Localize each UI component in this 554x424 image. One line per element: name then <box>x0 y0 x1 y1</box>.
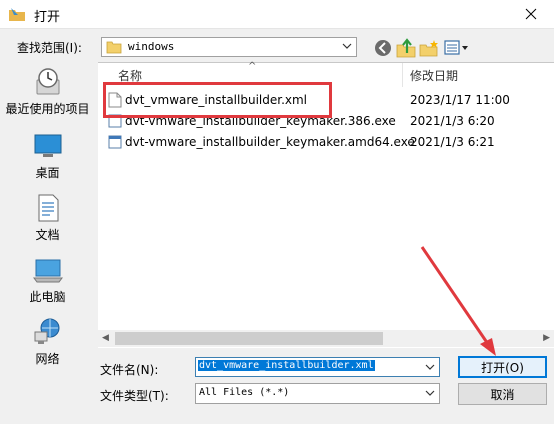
exe-file-icon <box>108 114 122 128</box>
place-desktop[interactable]: 桌面 <box>0 130 95 188</box>
file-row[interactable]: dvt-vmware_installbuilder_keymaker.386.e… <box>98 110 554 132</box>
up-folder-icon <box>396 38 416 58</box>
file-list[interactable]: ^ 名称 修改日期 dvt_vmware_installbuilder.xml … <box>98 61 554 348</box>
new-folder-button[interactable] <box>418 37 440 59</box>
place-this-pc[interactable]: 此电脑 <box>0 254 95 312</box>
view-menu-icon <box>444 40 468 55</box>
view-menu-button[interactable] <box>443 37 471 59</box>
close-icon <box>525 8 537 20</box>
network-icon <box>34 318 59 344</box>
desktop-icon <box>34 134 61 157</box>
place-label: 此电脑 <box>29 290 66 304</box>
file-row[interactable]: dvt-vmware_installbuilder_keymaker.amd64… <box>98 131 554 153</box>
close-button[interactable] <box>508 0 554 28</box>
filetype-value: All Files (*.*) <box>199 387 290 398</box>
open-button[interactable]: 打开(O) <box>458 356 547 378</box>
new-folder-icon <box>419 40 438 57</box>
scroll-left-icon[interactable]: ◀ <box>102 333 109 343</box>
horizontal-scrollbar[interactable]: ◀ ▶ <box>98 330 554 347</box>
chevron-down-icon <box>425 390 435 396</box>
back-arrow-icon <box>375 40 391 56</box>
chevron-down-icon[interactable] <box>425 362 435 372</box>
scrollbar-thumb[interactable] <box>115 332 383 345</box>
filename-value: dvt_vmware_installbuilder.xml <box>198 360 375 371</box>
up-folder-button[interactable] <box>395 37 417 59</box>
back-button[interactable] <box>372 37 394 59</box>
cancel-button[interactable]: 取消 <box>458 383 547 405</box>
window-title: 打开 <box>34 10 61 25</box>
this-pc-icon <box>32 259 63 283</box>
file-name: dvt-vmware_installbuilder_keymaker.386.e… <box>125 114 396 128</box>
place-recent-items[interactable]: 最近使用的项目 <box>0 66 95 124</box>
scroll-right-icon[interactable]: ▶ <box>543 333 550 343</box>
xml-file-icon <box>108 92 122 108</box>
file-name: dvt_vmware_installbuilder.xml <box>125 93 308 107</box>
place-label: 网络 <box>35 352 60 366</box>
sort-ascending-icon: ^ <box>248 61 257 72</box>
app-icon <box>9 8 25 21</box>
filename-label: 文件名(N): <box>100 363 159 377</box>
place-network[interactable]: 网络 <box>0 316 95 374</box>
place-label: 文档 <box>35 228 60 242</box>
filetype-label: 文件类型(T): <box>100 389 169 403</box>
place-label: 最近使用的项目 <box>5 102 90 116</box>
column-header-name[interactable]: 名称 <box>118 67 142 84</box>
place-label: 桌面 <box>35 166 60 180</box>
recent-items-icon <box>36 68 59 95</box>
look-in-label: 查找范围(I): <box>17 41 82 55</box>
documents-icon <box>38 194 58 222</box>
column-separator[interactable] <box>402 63 403 87</box>
file-modified: 2023/1/17 11:00 <box>410 93 510 107</box>
file-row[interactable]: dvt_vmware_installbuilder.xml 2023/1/17 … <box>98 89 554 111</box>
title-bar: 打开 <box>0 0 554 29</box>
look-in-combo[interactable]: windows <box>101 37 357 57</box>
places-bar: 最近使用的项目 桌面 文档 此电脑 网络 <box>0 62 95 418</box>
chevron-down-icon <box>342 43 352 49</box>
filename-input[interactable]: dvt_vmware_installbuilder.xml <box>195 357 440 377</box>
file-modified: 2021/1/3 6:20 <box>410 114 495 128</box>
folder-icon <box>106 41 122 54</box>
column-header-modified[interactable]: 修改日期 <box>410 67 458 84</box>
filetype-select[interactable]: All Files (*.*) <box>195 383 440 404</box>
place-documents[interactable]: 文档 <box>0 192 95 250</box>
exe-file-icon <box>108 135 122 149</box>
file-modified: 2021/1/3 6:21 <box>410 135 495 149</box>
look-in-value: windows <box>128 40 175 53</box>
file-name: dvt-vmware_installbuilder_keymaker.amd64… <box>125 135 415 149</box>
